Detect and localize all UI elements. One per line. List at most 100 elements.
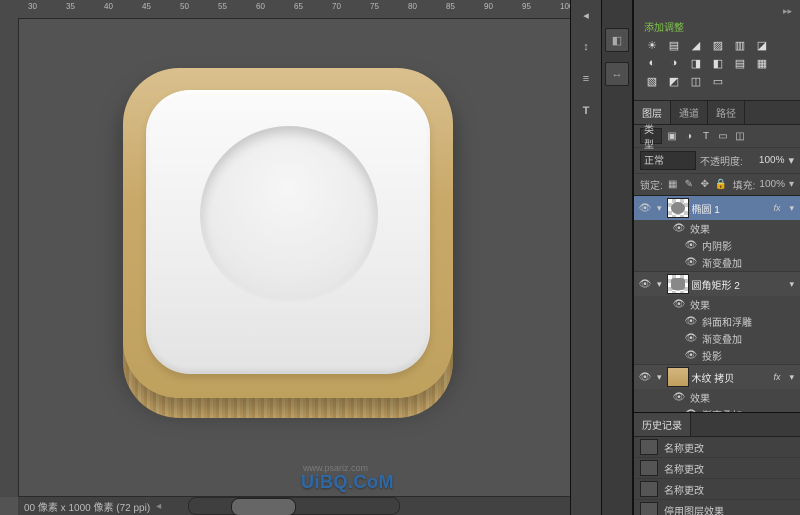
filter-smart-icon[interactable]: ◫	[733, 129, 747, 143]
scrollbar-horizontal[interactable]	[188, 497, 400, 515]
ruler-mark: 90	[484, 2, 493, 11]
filter-type-icon[interactable]: T	[699, 129, 713, 143]
tab-paths[interactable]: 路径	[708, 101, 745, 124]
expand-panels-icon[interactable]: ◂	[577, 6, 595, 24]
arrows-icon[interactable]: ↕	[577, 38, 595, 56]
filter-adjust-icon[interactable]: ◑	[682, 129, 696, 143]
history-item[interactable]: 名称更改	[634, 479, 800, 500]
layer-thumbnail[interactable]	[667, 367, 689, 387]
history-list[interactable]: 名称更改 名称更改 名称更改 停用图层效果	[634, 437, 800, 515]
chevron-down-icon[interactable]: ▾	[787, 372, 796, 383]
adj-curves-icon[interactable]: ◢	[688, 38, 704, 52]
layer-item[interactable]: 👁 ▾ 圆角矩形 2 ▾ 👁效果 👁斜面和浮雕 👁渐变叠加 👁投影	[634, 272, 800, 365]
visibility-toggle-icon[interactable]: 👁	[638, 372, 652, 383]
effect-inner-shadow[interactable]: 👁内阴影	[634, 237, 800, 254]
menu-icon[interactable]: ≡	[577, 70, 595, 88]
document-canvas[interactable]	[18, 18, 570, 497]
fill-value[interactable]: 100%	[759, 179, 785, 190]
history-item[interactable]: 停用图层效果	[634, 500, 800, 515]
lock-transparency-icon[interactable]: ▦	[667, 179, 679, 190]
layer-thumbnail[interactable]	[667, 274, 689, 294]
adjustments-row: ▧ ◩ ◫ ▭	[642, 74, 792, 88]
adjustments-panel: ▸▸ 添加调整 ☀ ▤ ◢ ▨ ▥ ◪ ◐ ◑ ◨ ◧ ▤ ▦ ▧ ◩ ◫	[634, 0, 800, 101]
ruler-origin[interactable]	[0, 0, 19, 19]
ruler-mark: 95	[522, 2, 531, 11]
chevron-down-icon[interactable]: ▾	[789, 179, 794, 190]
effect-gradient-overlay[interactable]: 👁渐变叠加	[634, 330, 800, 347]
adjustments-row: ◐ ◑ ◨ ◧ ▤ ▦	[642, 56, 792, 70]
chevron-down-icon[interactable]: ▾	[788, 154, 794, 167]
blend-mode-select[interactable]: 正常	[640, 151, 696, 170]
visibility-toggle-icon[interactable]: 👁	[638, 279, 652, 290]
filter-shape-icon[interactable]: ▭	[716, 129, 730, 143]
tab-history[interactable]: 历史记录	[634, 413, 691, 436]
effects-header[interactable]: 👁效果	[634, 220, 800, 237]
layer-filter-kind[interactable]: 类型	[640, 128, 662, 144]
lock-label: 锁定:	[640, 177, 663, 192]
adj-vibrance-icon[interactable]: ▥	[732, 38, 748, 52]
type-dock-icon[interactable]: T	[577, 102, 595, 120]
opacity-value[interactable]: 100%	[759, 155, 785, 166]
history-panel: 历史记录 名称更改 名称更改 名称更改 停用图层效果	[634, 412, 800, 515]
adj-brightness-icon[interactable]: ☀	[644, 38, 660, 52]
layer-list[interactable]: 👁 ▾ 椭圆 1 fx ▾ 👁效果 👁内阴影 👁渐变叠加 👁 ▾ 圆角矩形 2	[634, 196, 800, 412]
dock-column: ◧ ↔	[602, 0, 633, 515]
tab-channels[interactable]: 通道	[671, 101, 708, 124]
adj-invert-icon[interactable]: ▦	[754, 56, 770, 70]
adj-levels-icon[interactable]: ▤	[666, 38, 682, 52]
adj-bw-icon[interactable]: ◑	[666, 56, 682, 70]
adjustments-title: 添加调整	[642, 19, 792, 34]
panel-stack: ▸▸ 添加调整 ☀ ▤ ◢ ▨ ▥ ◪ ◐ ◑ ◨ ◧ ▤ ▦ ▧ ◩ ◫	[633, 0, 800, 515]
layer-name[interactable]: 木纹 拷贝	[692, 370, 767, 385]
adj-colorbalance-icon[interactable]: ◐	[644, 56, 660, 70]
chevron-down-icon[interactable]: ▾	[655, 372, 664, 383]
layer-thumbnail[interactable]	[667, 198, 689, 218]
canvas-area[interactable]: 30 35 40 45 50 55 60 65 70 75 80 85 90 9…	[0, 0, 570, 515]
effect-bevel[interactable]: 👁斜面和浮雕	[634, 313, 800, 330]
fx-badge[interactable]: fx	[769, 372, 784, 382]
visibility-toggle-icon[interactable]: 👁	[638, 203, 652, 214]
filter-pixel-icon[interactable]: ▣	[665, 129, 679, 143]
fx-badge[interactable]: fx	[769, 203, 784, 213]
chevron-down-icon[interactable]: ▾	[787, 203, 796, 214]
adj-channelmixer-icon[interactable]: ◧	[710, 56, 726, 70]
adj-hue-icon[interactable]: ◪	[754, 38, 770, 52]
adj-exposure-icon[interactable]: ▨	[710, 38, 726, 52]
history-item[interactable]: 名称更改	[634, 458, 800, 479]
status-caret-icon[interactable]: ◂	[156, 501, 161, 512]
lock-pixels-icon[interactable]: ✎	[683, 179, 695, 190]
ruler-vertical[interactable]	[0, 18, 19, 497]
lock-all-icon[interactable]: 🔒	[715, 179, 727, 190]
history-step-icon	[640, 439, 658, 455]
chevron-down-icon[interactable]: ▾	[787, 279, 796, 290]
dock-3d-icon[interactable]: ◧	[605, 28, 629, 52]
scrollbar-thumb[interactable]	[231, 498, 296, 515]
history-item[interactable]: 名称更改	[634, 437, 800, 458]
chevron-down-icon[interactable]: ▾	[655, 203, 664, 214]
adj-colorlookup-icon[interactable]: ▤	[732, 56, 748, 70]
layer-row[interactable]: 👁 ▾ 木纹 拷贝 fx ▾	[634, 365, 800, 389]
collapse-panel-icon[interactable]: ▸▸	[642, 6, 792, 17]
ruler-horizontal[interactable]: 30 35 40 45 50 55 60 65 70 75 80 85 90 9…	[18, 0, 570, 19]
effects-header[interactable]: 👁效果	[634, 296, 800, 313]
layer-item[interactable]: 👁 ▾ 椭圆 1 fx ▾ 👁效果 👁内阴影 👁渐变叠加	[634, 196, 800, 272]
layer-item[interactable]: 👁 ▾ 木纹 拷贝 fx ▾ 👁效果 👁渐变叠加	[634, 365, 800, 412]
effects-header[interactable]: 👁效果	[634, 389, 800, 406]
layer-name[interactable]: 椭圆 1	[692, 201, 767, 216]
ruler-mark: 60	[256, 2, 265, 11]
chevron-down-icon[interactable]: ▾	[655, 279, 664, 290]
layer-row[interactable]: 👁 ▾ 圆角矩形 2 ▾	[634, 272, 800, 296]
adj-selectivecolor-icon[interactable]: ▭	[710, 74, 726, 88]
lock-position-icon[interactable]: ✥	[699, 179, 711, 190]
app-root: 30 35 40 45 50 55 60 65 70 75 80 85 90 9…	[0, 0, 800, 515]
adj-threshold-icon[interactable]: ◩	[666, 74, 682, 88]
adj-gradientmap-icon[interactable]: ◫	[688, 74, 704, 88]
effect-gradient-overlay[interactable]: 👁渐变叠加	[634, 254, 800, 271]
layer-name[interactable]: 圆角矩形 2	[692, 277, 785, 292]
layer-row[interactable]: 👁 ▾ 椭圆 1 fx ▾	[634, 196, 800, 220]
dock-measure-icon[interactable]: ↔	[605, 62, 629, 86]
adj-photofilter-icon[interactable]: ◨	[688, 56, 704, 70]
effect-drop-shadow[interactable]: 👁投影	[634, 347, 800, 364]
adj-posterize-icon[interactable]: ▧	[644, 74, 660, 88]
ruler-mark: 45	[142, 2, 151, 11]
